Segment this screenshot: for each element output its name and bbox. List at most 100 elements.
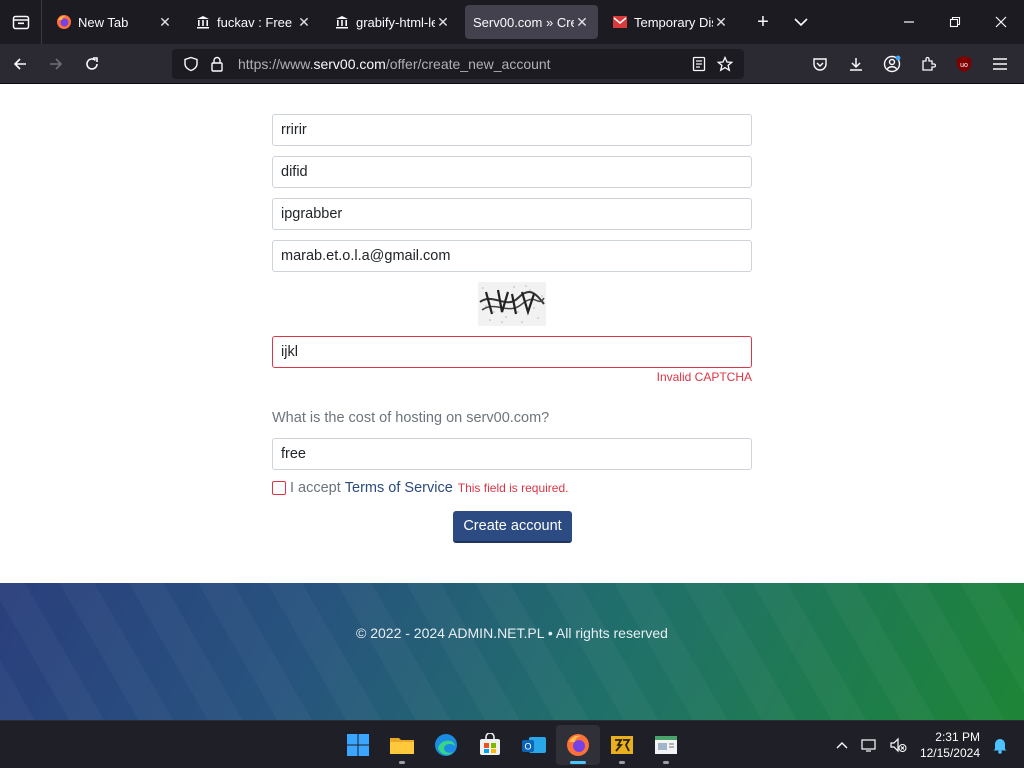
tos-link[interactable]: Terms of Service	[345, 480, 453, 496]
tab-bar: New Tab ✕ fuckav : Free Download ✕ grabi…	[0, 0, 1024, 44]
running-indicator	[399, 761, 405, 764]
back-button[interactable]	[4, 48, 36, 80]
window-controls	[886, 0, 1024, 44]
close-icon[interactable]: ✕	[435, 14, 451, 31]
network-icon	[861, 739, 876, 752]
clock[interactable]: 2:31 PM 12/15/2024	[920, 729, 980, 761]
close-window-button[interactable]	[978, 0, 1024, 44]
reader-view-icon[interactable]	[686, 51, 712, 77]
firefox-icon	[56, 14, 72, 30]
running-indicator	[663, 761, 669, 764]
network-button[interactable]	[856, 729, 884, 761]
reload-icon	[86, 56, 98, 70]
file-explorer-button[interactable]	[380, 725, 424, 765]
tab-title: grabify-html-lead	[356, 14, 435, 30]
security-question-label: What is the cost of hosting on serv00.co…	[272, 410, 550, 426]
file-explorer-icon	[390, 738, 414, 754]
show-hidden-icons-button[interactable]	[828, 729, 856, 761]
forward-button[interactable]	[40, 48, 72, 80]
clock-time: 2:31 PM	[935, 730, 980, 744]
tab-title: fuckav : Free Download	[217, 14, 296, 30]
security-answer-field[interactable]: free	[272, 438, 752, 470]
ublock-origin-icon: uo	[957, 56, 971, 72]
url-path: /offer/create_new_account	[385, 56, 551, 72]
url-text[interactable]: https://www.serv00.com/offer/create_new_…	[238, 56, 686, 72]
url-bar[interactable]: https://www.serv00.com/offer/create_new_…	[172, 49, 744, 79]
navigation-toolbar: https://www.serv00.com/offer/create_new_…	[0, 44, 1024, 84]
outlook-button[interactable]: O	[512, 725, 556, 765]
tab-title: Temporary Disposable	[634, 14, 713, 30]
arrow-left-icon	[13, 57, 26, 70]
shield-icon[interactable]	[178, 51, 204, 77]
tab-title: New Tab	[78, 14, 129, 30]
volume-muted-icon	[890, 737, 907, 753]
username-field[interactable]: ipgrabber	[272, 198, 752, 230]
tos-checkbox[interactable]	[272, 481, 286, 495]
tab-list-button[interactable]	[0, 0, 42, 44]
tab-serv00[interactable]: Serv00.com » Create ✕	[465, 5, 598, 39]
edge-icon	[435, 734, 457, 756]
create-account-button[interactable]: Create account	[453, 511, 572, 543]
download-icon	[850, 58, 862, 71]
account-button[interactable]	[874, 48, 910, 80]
close-icon[interactable]: ✕	[157, 14, 173, 31]
email-field[interactable]: marab.et.o.l.a@gmail.com	[272, 240, 752, 272]
tab-list-icon	[12, 15, 29, 30]
url-domain: serv00.com	[313, 56, 386, 72]
arrow-right-icon	[50, 57, 63, 70]
taskbar-apps: O	[336, 725, 688, 765]
yellow-app-button[interactable]	[600, 725, 644, 765]
chevron-up-icon	[836, 742, 848, 749]
toolbar-right: uo	[802, 48, 1018, 80]
running-indicator	[619, 761, 625, 764]
captcha-input[interactable]: ijkl	[272, 336, 752, 368]
volume-button[interactable]	[884, 729, 912, 761]
yellow-app-icon	[611, 736, 633, 754]
new-tab-button[interactable]: +	[747, 6, 779, 38]
bookmark-star-icon[interactable]	[712, 51, 738, 77]
edge-button[interactable]	[424, 725, 468, 765]
lock-icon[interactable]	[204, 51, 230, 77]
archive-icon	[334, 14, 350, 30]
minimize-button[interactable]	[886, 0, 932, 44]
firefox-icon	[567, 734, 589, 756]
system-tray: 2:31 PM 12/15/2024	[828, 721, 1024, 768]
security-answer-value: free	[281, 446, 306, 462]
list-all-tabs-button[interactable]	[785, 6, 817, 38]
close-icon[interactable]: ✕	[296, 14, 312, 31]
svg-text:uo: uo	[960, 62, 968, 69]
account-icon	[883, 55, 901, 73]
captcha-image	[478, 282, 546, 326]
captcha-value: ijkl	[281, 344, 298, 360]
close-icon[interactable]: ✕	[574, 14, 590, 31]
clock-date: 12/15/2024	[919, 746, 980, 760]
app-window-button[interactable]	[644, 725, 688, 765]
last-name-field[interactable]: difid	[272, 156, 752, 188]
restore-button[interactable]	[932, 0, 978, 44]
page-content: rririr difid ipgrabber marab.et.o.l.a@gm…	[0, 85, 1024, 583]
tab-grabify[interactable]: grabify-html-lead ✕	[326, 5, 459, 39]
start-button[interactable]	[336, 725, 380, 765]
tab-title: Serv00.com » Create	[473, 14, 574, 30]
close-icon[interactable]: ✕	[713, 14, 729, 31]
tab-fuckav[interactable]: fuckav : Free Download ✕	[187, 5, 320, 39]
windows-start-icon	[347, 734, 369, 756]
extensions-button[interactable]	[910, 48, 946, 80]
tab-new-tab[interactable]: New Tab ✕	[48, 5, 181, 39]
downloads-button[interactable]	[838, 48, 874, 80]
ublock-button[interactable]: uo	[946, 48, 982, 80]
email-value: marab.et.o.l.a@gmail.com	[281, 248, 451, 264]
pocket-button[interactable]	[802, 48, 838, 80]
bell-icon	[993, 739, 1007, 754]
reload-button[interactable]	[76, 48, 108, 80]
store-button[interactable]	[468, 725, 512, 765]
svg-text:O: O	[524, 742, 531, 752]
tab-temp-mail[interactable]: Temporary Disposable ✕	[604, 5, 737, 39]
notifications-button[interactable]	[986, 729, 1014, 761]
firefox-taskbar-button[interactable]	[556, 725, 600, 765]
first-name-value: rririr	[281, 122, 307, 138]
username-value: ipgrabber	[281, 206, 343, 222]
first-name-field[interactable]: rririr	[272, 114, 752, 146]
url-prefix: https://www.	[238, 56, 314, 72]
menu-button[interactable]	[982, 48, 1018, 80]
